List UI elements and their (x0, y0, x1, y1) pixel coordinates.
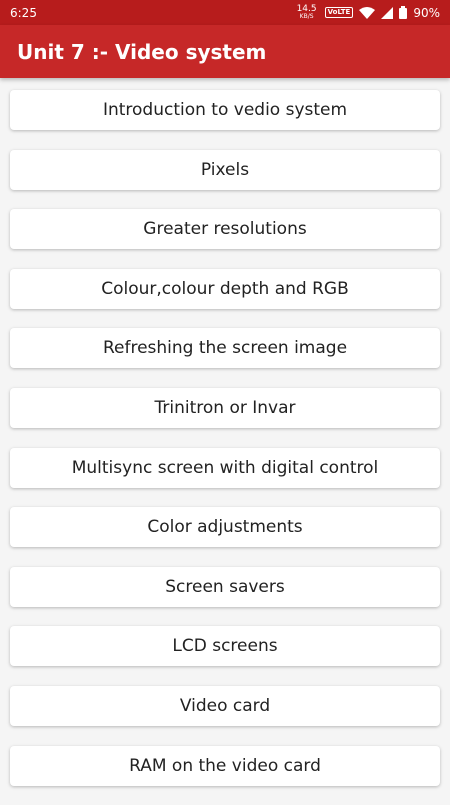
app-bar: Unit 7 :- Video system (0, 25, 450, 78)
topic-button[interactable]: RAM on the video card (10, 745, 440, 786)
topic-button[interactable]: Multisync screen with digital control (10, 447, 440, 488)
status-left: 6:25 (10, 6, 37, 20)
topic-button[interactable]: Colour,colour depth and RGB (10, 268, 440, 309)
topic-button[interactable]: LCD screens (10, 626, 440, 667)
status-right: 14.5 KB/S VoLTE 90% (296, 3, 440, 21)
wifi-icon (359, 6, 376, 19)
topic-button[interactable]: Pixels (10, 149, 440, 190)
network-speed-value: 14.5 (296, 3, 317, 14)
topic-button[interactable]: Trinitron or Invar (10, 387, 440, 428)
topic-list: Introduction to vedio system Pixels Greate… (10, 90, 440, 805)
battery-icon (399, 6, 408, 19)
battery-percentage: 90% (413, 5, 440, 20)
topic-button[interactable]: Video card (10, 685, 440, 726)
page-title: Unit 7 :- Video system (17, 39, 267, 64)
topic-button[interactable]: Screen savers (10, 566, 440, 607)
topic-button[interactable]: Introduction to vedio system (10, 90, 440, 130)
status-bar: 6:25 14.5 KB/S VoLTE 90% (0, 0, 450, 25)
topic-button[interactable]: Refreshing the screen image (10, 328, 440, 369)
topic-button[interactable]: Color adjustments (10, 507, 440, 548)
topic-button[interactable]: Greater resolutions (10, 209, 440, 250)
status-time: 6:25 (10, 5, 37, 20)
network-speed: 14.5 KB/S (296, 3, 317, 21)
signal-icon (381, 6, 394, 19)
volte-badge: VoLTE (324, 7, 354, 18)
network-speed-unit: KB/S (299, 12, 314, 20)
